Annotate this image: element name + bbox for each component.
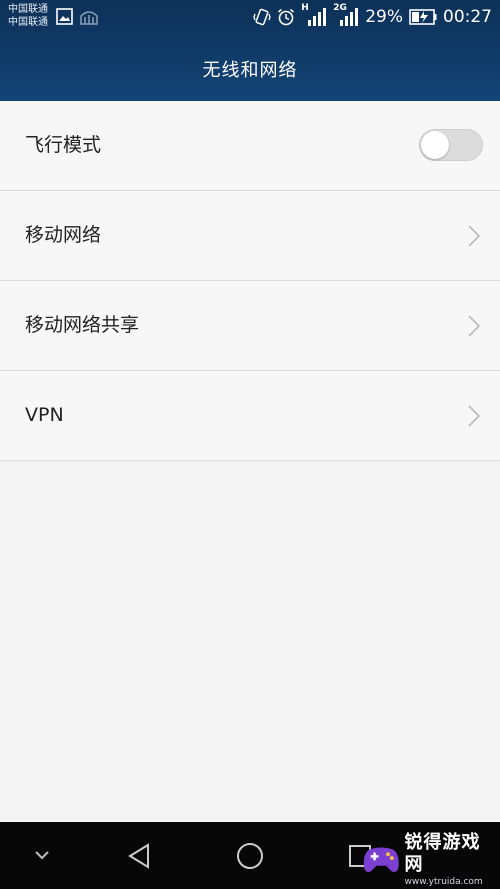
alarm-icon (278, 8, 295, 26)
watermark-text: 锐得游戏网 www.ytruida.com (405, 832, 496, 888)
hide-navbar-button[interactable] (22, 822, 62, 889)
home-icon (237, 842, 263, 869)
app-notification-icon (80, 11, 98, 25)
vibrate-icon (253, 8, 271, 26)
carrier-labels: 中国联通 中国联通 (8, 3, 48, 29)
watermark-url: www.ytruida.com (404, 877, 483, 887)
settings-list: 飞行模式 移动网络 移动网络共享 VPN (0, 101, 500, 461)
settings-row-airplane-mode[interactable]: 飞行模式 (0, 101, 500, 191)
settings-row-mobile-network[interactable]: 移动网络 (0, 191, 500, 281)
gamepad-logo-icon (363, 847, 399, 872)
navigation-bar: 锐得游戏网 www.ytruida.com (0, 822, 500, 889)
battery-charging-icon (409, 9, 437, 25)
chevron-right-icon (468, 405, 480, 427)
back-icon (128, 842, 149, 869)
clock: 00:27 (443, 7, 492, 27)
system-status-icons: H 2G 29% 00:27 (253, 3, 492, 28)
airplane-mode-toggle[interactable] (419, 129, 483, 161)
chevron-right-icon (468, 225, 480, 247)
signal-2: 2G (333, 3, 359, 28)
signal-1: H (301, 3, 327, 28)
settings-row-tethering[interactable]: 移动网络共享 (0, 281, 500, 371)
watermark-title: 锐得游戏网 (404, 832, 481, 875)
carrier-2-label: 中国联通 (8, 17, 48, 28)
settings-row-vpn[interactable]: VPN (0, 371, 500, 461)
settings-row-label: 移动网络共享 (25, 314, 140, 336)
notification-icons (56, 8, 99, 25)
watermark: 锐得游戏网 www.ytruida.com (362, 831, 496, 889)
signal-1-icon (308, 8, 327, 26)
carrier-1-label: 中国联通 (8, 4, 48, 15)
signal-2-icon (340, 8, 359, 26)
status-bar: 中国联通 中国联通 H 2G 29% 00:27 (0, 0, 500, 36)
page-title: 无线和网络 (202, 60, 298, 81)
app-header: 中国联通 中国联通 H 2G 29% 00:27 无线和网络 (0, 0, 500, 101)
settings-row-label: 移动网络 (25, 224, 102, 246)
settings-row-label: VPN (25, 404, 64, 426)
image-notification-icon (56, 8, 73, 25)
toggle-knob (421, 131, 449, 159)
back-button[interactable] (118, 822, 162, 889)
chevron-right-icon (468, 315, 480, 337)
chevron-down-icon (35, 851, 49, 860)
settings-row-label: 飞行模式 (25, 134, 102, 156)
battery-percent: 29% (365, 7, 403, 27)
home-button[interactable] (228, 822, 272, 889)
